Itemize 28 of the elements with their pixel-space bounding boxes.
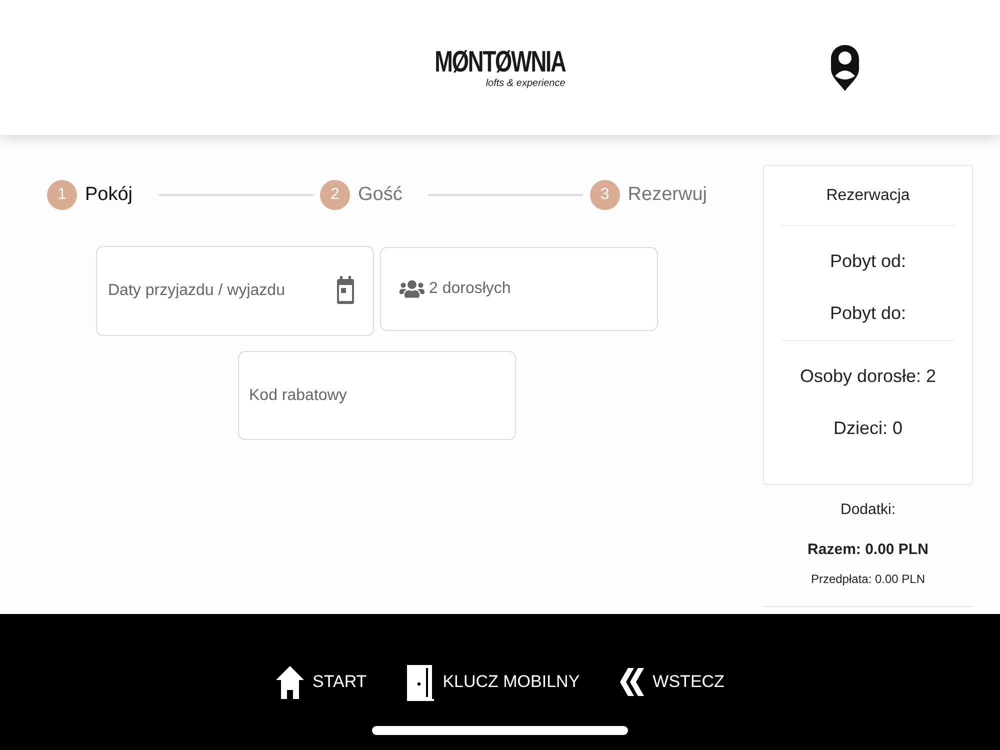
card-title: Rezerwacja xyxy=(826,186,910,206)
summary-line: Pobyt od: xyxy=(830,250,906,273)
extras-label: Dodatki: xyxy=(840,500,896,520)
step-label[interactable]: Rezerwuj xyxy=(628,180,707,210)
nav-button[interactable]: WSTECZ xyxy=(620,668,724,696)
step-number: 2 xyxy=(320,180,350,210)
summary-line: Dzieci: 0 xyxy=(833,417,903,440)
step-number: 3 xyxy=(590,180,620,210)
logo-wordmark: MØNTØWNIA xyxy=(434,46,566,76)
nav-button[interactable]: KLUCZ MOBILNY xyxy=(406,663,580,701)
nav-button[interactable]: START xyxy=(276,666,367,698)
summary-line: Pobyt do: xyxy=(830,302,906,325)
step-label[interactable]: Gość xyxy=(358,180,402,210)
double-chevron-left-icon xyxy=(620,668,644,696)
house-icon xyxy=(276,666,304,698)
discount-code-field[interactable]: Kod rabatowy xyxy=(238,351,516,440)
prepayment-amount: Przedpłata: 0.00 PLN xyxy=(810,571,926,588)
map-pin-icon[interactable] xyxy=(831,44,859,90)
guests-field[interactable]: 2 dorosłych xyxy=(380,247,658,331)
step-number: 1 xyxy=(47,180,77,210)
summary-line: Osoby dorosłe: 2 xyxy=(800,365,936,388)
total-price: Razem: 0.00 PLN xyxy=(808,540,928,560)
logo-tagline: lofts & experience xyxy=(486,78,566,88)
people-icon xyxy=(398,279,426,299)
date-field[interactable]: Daty przyjazdu / wyjazdu xyxy=(96,246,374,336)
door-icon xyxy=(406,663,434,701)
step-label[interactable]: Pokój xyxy=(85,180,133,210)
calendar-icon[interactable] xyxy=(337,276,354,304)
